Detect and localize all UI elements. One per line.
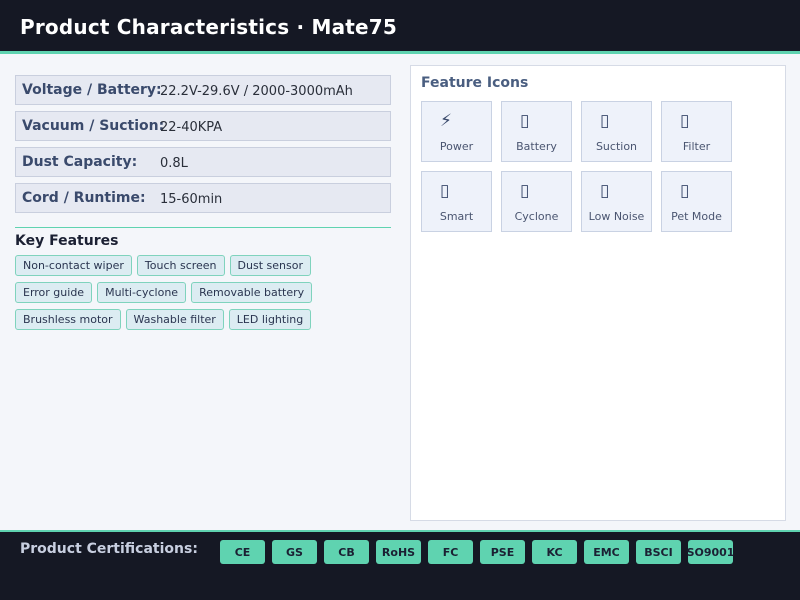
pet-mode-icon: ▯	[680, 181, 690, 201]
feature-chip: LED lighting	[228, 309, 312, 330]
smart-icon: ▯	[440, 181, 450, 201]
key-features-title: Key Features	[15, 233, 119, 249]
feature-tile-label: Pet Mode	[671, 210, 722, 223]
feature-tile-label: Battery	[516, 140, 557, 153]
feature-tile-label: Suction	[595, 140, 638, 153]
feature-tile-battery: ▯ Battery	[501, 101, 572, 162]
feature-chip: Brushless motor	[15, 309, 121, 330]
feature-tile-label: Smart	[439, 210, 474, 223]
spec-value: 15-60min	[160, 192, 223, 207]
cert-badge: EMC	[584, 540, 629, 564]
footer-bar: Product Certifications: CE GS CB RoHS FC…	[0, 530, 800, 600]
spec-label: Cord / Runtime:	[22, 190, 146, 206]
feature-tile-label: Low Noise	[588, 210, 645, 223]
feature-tile-pet-mode: ▯ Pet Mode	[661, 171, 732, 232]
feature-tile-label: Filter	[682, 140, 711, 153]
cert-badge: KC	[532, 540, 577, 564]
cert-badge: SO9001	[687, 540, 734, 564]
feature-chip: Dust sensor	[229, 255, 311, 276]
cyclone-icon: ▯	[520, 181, 530, 201]
filter-icon: ▯	[680, 111, 690, 131]
feature-chip: Error guide	[15, 282, 93, 303]
header-bar: Product Characteristics · Mate75	[0, 0, 800, 54]
page-title: Product Characteristics · Mate75	[20, 15, 398, 39]
feature-tile-power: ⚡ Power	[421, 101, 492, 162]
specs-list: Voltage / Battery: 22.2V-29.6V / 2000-30…	[15, 75, 391, 219]
spec-value: 0.8L	[160, 156, 188, 171]
lightning-icon: ⚡	[440, 111, 452, 131]
spec-value: 22.2V-29.6V / 2000-3000mAh	[160, 84, 353, 99]
cert-badge: BSCI	[636, 540, 681, 564]
feature-icons-title: Feature Icons	[421, 75, 529, 91]
feature-chip: Removable battery	[191, 282, 313, 303]
feature-icons-panel: Feature Icons ⚡ Power ▯ Battery ▯ Suctio…	[410, 65, 786, 521]
feature-tile-label: Power	[439, 140, 474, 153]
spec-row-vacuum: Vacuum / Suction: 22-40KPA	[15, 111, 391, 141]
feature-chip: Multi-cyclone	[97, 282, 187, 303]
cert-badge: PSE	[480, 540, 525, 564]
low-noise-icon: ▯	[600, 181, 610, 201]
cert-badge: RoHS	[376, 540, 421, 564]
feature-tile-label: Cyclone	[514, 210, 559, 223]
spec-label: Vacuum / Suction:	[22, 118, 165, 134]
spec-value: 22-40KPA	[160, 120, 223, 135]
feature-tile-smart: ▯ Smart	[421, 171, 492, 232]
cert-badge: FC	[428, 540, 473, 564]
spec-label: Voltage / Battery:	[22, 82, 162, 98]
feature-tile-cyclone: ▯ Cyclone	[501, 171, 572, 232]
certifications-title: Product Certifications:	[20, 541, 198, 557]
spec-row-dust-capacity: Dust Capacity: 0.8L	[15, 147, 391, 177]
spec-row-voltage: Voltage / Battery: 22.2V-29.6V / 2000-30…	[15, 75, 391, 105]
key-features-list: Non-contact wiper Touch screen Dust sens…	[15, 255, 391, 336]
battery-icon: ▯	[520, 111, 530, 131]
feature-tile-suction: ▯ Suction	[581, 101, 652, 162]
suction-icon: ▯	[600, 111, 610, 131]
feature-tile-filter: ▯ Filter	[661, 101, 732, 162]
cert-badge: CE	[220, 540, 265, 564]
feature-chip: Touch screen	[136, 255, 225, 276]
feature-tile-low-noise: ▯ Low Noise	[581, 171, 652, 232]
section-divider	[15, 227, 391, 228]
feature-chip: Non-contact wiper	[15, 255, 132, 276]
feature-chip: Washable filter	[125, 309, 224, 330]
spec-label: Dust Capacity:	[22, 154, 138, 170]
spec-row-cord-runtime: Cord / Runtime: 15-60min	[15, 183, 391, 213]
cert-badge: GS	[272, 540, 317, 564]
cert-badge: CB	[324, 540, 369, 564]
